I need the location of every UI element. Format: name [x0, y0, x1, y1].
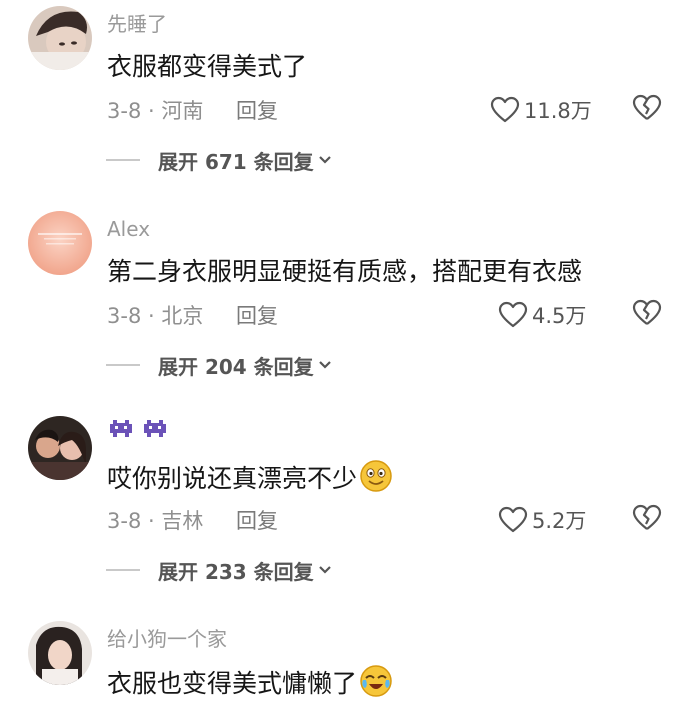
expand-replies[interactable]: 展开 233 条回复	[106, 554, 332, 586]
comment-item: 哎你别说还真漂亮不少 3-8 · 吉林 回复 5.2万 展开 233 条回复	[0, 416, 690, 621]
reply-button[interactable]: 回复	[236, 300, 278, 332]
comment-text: 哎你别说还真漂亮不少	[107, 459, 393, 497]
username-badges[interactable]	[107, 416, 169, 440]
divider-line	[106, 569, 140, 571]
username[interactable]: Alex	[107, 215, 150, 243]
username[interactable]: 先睡了	[107, 10, 167, 38]
like-count: 4.5万	[532, 304, 587, 328]
chevron-down-icon	[318, 155, 332, 165]
broken-heart-icon	[632, 504, 662, 532]
expand-replies-label: 展开 233 条回复	[158, 559, 314, 584]
avatar[interactable]	[28, 621, 92, 685]
comment-text: 衣服都变得美式了	[107, 52, 308, 81]
heart-outline-icon	[498, 301, 528, 329]
dislike-button[interactable]	[632, 504, 662, 532]
like-count: 11.8万	[524, 99, 592, 123]
username[interactable]: 给小狗一个家	[107, 625, 227, 653]
crying-laughing-face-icon	[359, 664, 393, 698]
avatar[interactable]	[28, 6, 92, 70]
dislike-button[interactable]	[632, 299, 662, 327]
dislike-button[interactable]	[632, 94, 662, 122]
like-count: 5.2万	[532, 509, 587, 533]
expand-replies[interactable]: 展开 204 条回复	[106, 349, 332, 381]
avatar[interactable]	[28, 416, 92, 480]
comment-item: 给小狗一个家 衣服也变得美式慵懒了	[0, 621, 690, 699]
chevron-down-icon	[318, 360, 332, 370]
comment-text: 衣服也变得美式慵懒了	[107, 664, 393, 702]
heart-outline-icon	[490, 96, 520, 124]
comment-meta: 3-8 · 河南	[107, 99, 204, 123]
alien-monster-icon	[141, 416, 169, 440]
avatar[interactable]	[28, 211, 92, 275]
alien-monster-icon	[107, 416, 135, 440]
heart-outline-icon	[498, 506, 528, 534]
like-button[interactable]: 11.8万	[490, 92, 592, 128]
chevron-down-icon	[318, 565, 332, 575]
comment-text-content: 衣服也变得美式慵懒了	[107, 669, 358, 698]
comment-text: 第二身衣服明显硬挺有质感，搭配更有衣感	[107, 257, 583, 286]
reply-button[interactable]: 回复	[236, 95, 278, 127]
smiling-face-icon	[359, 459, 393, 493]
comment-item: Alex 第二身衣服明显硬挺有质感，搭配更有衣感 3-8 · 北京 回复 4.5…	[0, 211, 690, 416]
divider-line	[106, 159, 140, 161]
like-button[interactable]: 5.2万	[498, 502, 586, 538]
broken-heart-icon	[632, 94, 662, 122]
expand-replies-label: 展开 204 条回复	[158, 354, 314, 379]
reply-button[interactable]: 回复	[236, 505, 278, 537]
expand-replies-label: 展开 671 条回复	[158, 149, 314, 174]
comment-item: 先睡了 衣服都变得美式了 3-8 · 河南 回复 11.8万 展开 671 条回…	[0, 6, 690, 211]
divider-line	[106, 364, 140, 366]
expand-replies[interactable]: 展开 671 条回复	[106, 144, 332, 176]
comment-meta: 3-8 · 吉林	[107, 509, 204, 533]
comment-text-content: 哎你别说还真漂亮不少	[107, 464, 358, 493]
broken-heart-icon	[632, 299, 662, 327]
comment-meta: 3-8 · 北京	[107, 304, 204, 328]
like-button[interactable]: 4.5万	[498, 297, 586, 333]
